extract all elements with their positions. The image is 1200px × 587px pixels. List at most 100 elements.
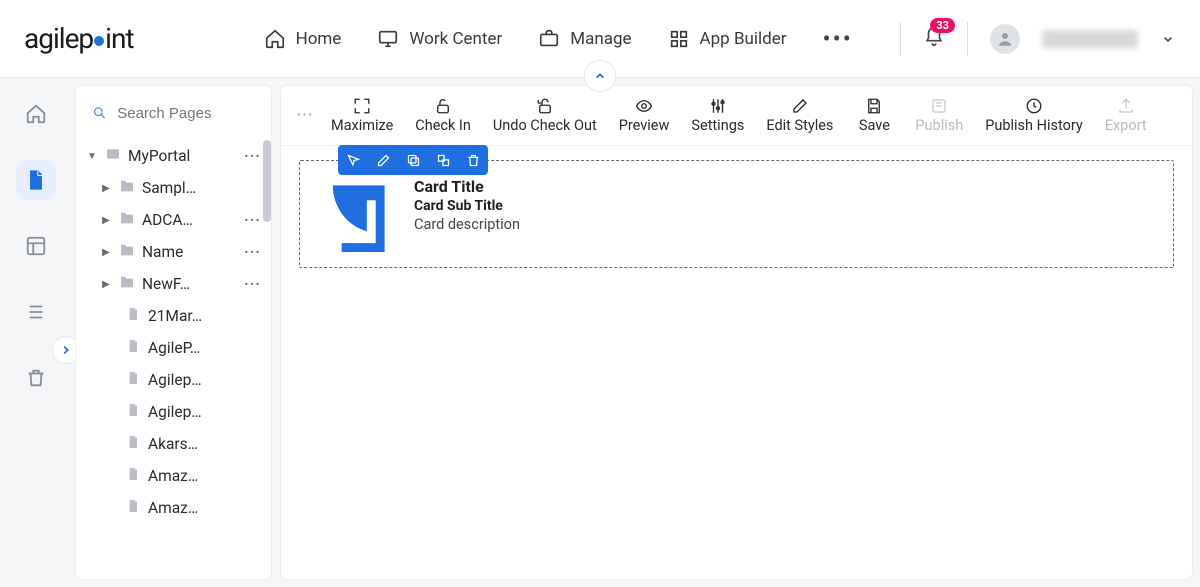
brand-glyph-icon: [315, 178, 395, 252]
user-avatar[interactable]: [990, 24, 1020, 54]
rail-trash[interactable]: [16, 358, 56, 398]
rail-templates[interactable]: [16, 226, 56, 266]
layout-icon: [25, 235, 47, 257]
collapse-header-button[interactable]: [584, 60, 616, 92]
tbtn-checkin[interactable]: Check In: [405, 97, 481, 134]
selected-component[interactable]: Card Title Card Sub Title Card descripti…: [299, 160, 1174, 268]
nav-appbuilder-label: App Builder: [700, 29, 787, 49]
username[interactable]: [1042, 30, 1138, 48]
card-component[interactable]: Card Title Card Sub Title Card descripti…: [312, 177, 1161, 253]
nav-manage[interactable]: Manage: [538, 28, 631, 50]
caret-right-icon[interactable]: ▶: [100, 215, 112, 226]
tree-page[interactable]: 21Mar…: [76, 300, 271, 332]
grid-icon: [668, 28, 690, 50]
tree-page[interactable]: Agilep…: [76, 364, 271, 396]
undo-lock-icon: [536, 97, 554, 115]
tree-folder[interactable]: ▶ NewF… ···: [76, 268, 271, 300]
tbtn-label: Maximize: [331, 117, 393, 134]
tbtn-maximize[interactable]: Maximize: [321, 97, 403, 134]
toolbar-overflow[interactable]: ···: [291, 105, 319, 126]
nav-center: Home Work Center Manage App Builder •••: [264, 25, 853, 53]
rail-pages[interactable]: [16, 160, 56, 200]
tree-folder[interactable]: ▶ Sampl…: [76, 172, 271, 204]
caret-right-icon[interactable]: ▶: [100, 183, 112, 194]
sel-delete-button[interactable]: [458, 145, 488, 175]
tbtn-publishhistory[interactable]: Publish History: [975, 97, 1093, 134]
nav-workcenter-label: Work Center: [409, 29, 502, 49]
divider: [900, 22, 901, 56]
sel-move-button[interactable]: [338, 145, 368, 175]
tree-page[interactable]: Amaz…: [76, 492, 271, 524]
tree-row-menu[interactable]: ···: [244, 211, 261, 229]
brand-dot-icon: [94, 36, 104, 46]
tree-page[interactable]: Akars…: [76, 428, 271, 460]
tree-folder[interactable]: ▶ ADCA… ···: [76, 204, 271, 236]
left-rail: [0, 78, 72, 587]
tree-page-label: Akars…: [148, 435, 198, 453]
page-icon: [124, 370, 142, 390]
sel-edit-button[interactable]: [368, 145, 398, 175]
tree-row-menu[interactable]: ···: [244, 275, 261, 293]
tbtn-undocheckout[interactable]: Undo Check Out: [483, 97, 607, 134]
nav-workcenter[interactable]: Work Center: [377, 28, 502, 50]
tree-page[interactable]: Agilep…: [76, 396, 271, 428]
list-icon: [25, 301, 47, 323]
tbtn-settings[interactable]: Settings: [681, 97, 754, 134]
search-input[interactable]: [117, 105, 255, 122]
workspace: ▼ MyPortal ··· ▶ Sampl… ▶ ADCA… ··· ▶: [0, 78, 1200, 587]
nav-manage-label: Manage: [570, 29, 631, 49]
caret-right-icon[interactable]: ▶: [100, 279, 112, 290]
tbtn-editstyles[interactable]: Edit Styles: [756, 97, 843, 134]
history-icon: [1025, 97, 1043, 115]
notifications-button[interactable]: 33: [923, 26, 945, 52]
tbtn-preview[interactable]: Preview: [609, 97, 680, 134]
tree-page-label: Amaz…: [148, 499, 198, 517]
sel-duplicate-button[interactable]: [428, 145, 458, 175]
tree-page-label: 21Mar…: [148, 307, 202, 325]
caret-down-icon[interactable]: ▼: [86, 151, 98, 162]
page-icon: [124, 338, 142, 358]
folder-icon: [118, 242, 136, 262]
topnav: agilepint Home Work Center Manage App Bu…: [0, 0, 1200, 78]
notifications-badge: 33: [930, 18, 955, 33]
monitor-icon: [377, 28, 399, 50]
tbtn-save[interactable]: Save: [845, 97, 903, 134]
card-title: Card Title: [414, 177, 520, 196]
page-icon: [124, 466, 142, 486]
chevron-right-icon: [59, 343, 73, 357]
home-icon: [264, 28, 286, 50]
trash-icon: [466, 153, 481, 168]
divider: [967, 22, 968, 56]
sel-copy-button[interactable]: [398, 145, 428, 175]
unlock-icon: [434, 97, 452, 115]
designer-canvas: ··· Maximize Check In Undo Check Out Pre…: [281, 86, 1192, 579]
tbtn-label: Publish History: [985, 117, 1083, 134]
portal-icon: [104, 146, 122, 166]
tree-page[interactable]: AgileP…: [76, 332, 271, 364]
tree-scroll[interactable]: ▼ MyPortal ··· ▶ Sampl… ▶ ADCA… ··· ▶: [76, 140, 271, 579]
design-surface[interactable]: Card Title Card Sub Title Card descripti…: [281, 146, 1192, 579]
cursor-icon: [346, 153, 361, 168]
tree-page-label: AgileP…: [148, 339, 200, 357]
tree-row-menu[interactable]: ···: [244, 147, 261, 165]
card-subtitle: Card Sub Title: [414, 198, 520, 214]
tree-folder[interactable]: ▶ Name ···: [76, 236, 271, 268]
nav-appbuilder[interactable]: App Builder: [668, 28, 787, 50]
caret-right-icon[interactable]: ▶: [100, 247, 112, 258]
tree-row-menu[interactable]: ···: [244, 243, 261, 261]
tree-page[interactable]: Amaz…: [76, 460, 271, 492]
rail-list[interactable]: [16, 292, 56, 332]
card-image: [312, 177, 398, 253]
card-body: Card Title Card Sub Title Card descripti…: [414, 177, 520, 233]
page-icon: [124, 434, 142, 454]
nav-home[interactable]: Home: [264, 28, 342, 50]
chevron-down-icon[interactable]: [1160, 31, 1176, 47]
tbtn-export: Export: [1095, 97, 1157, 134]
tbtn-label: Edit Styles: [766, 117, 833, 134]
trash-icon: [25, 367, 47, 389]
tbtn-label: Settings: [691, 117, 744, 134]
tree-root[interactable]: ▼ MyPortal ···: [76, 140, 271, 172]
nav-more[interactable]: •••: [823, 25, 853, 53]
rail-home[interactable]: [16, 94, 56, 134]
tree-folder-label: NewF…: [142, 275, 190, 293]
